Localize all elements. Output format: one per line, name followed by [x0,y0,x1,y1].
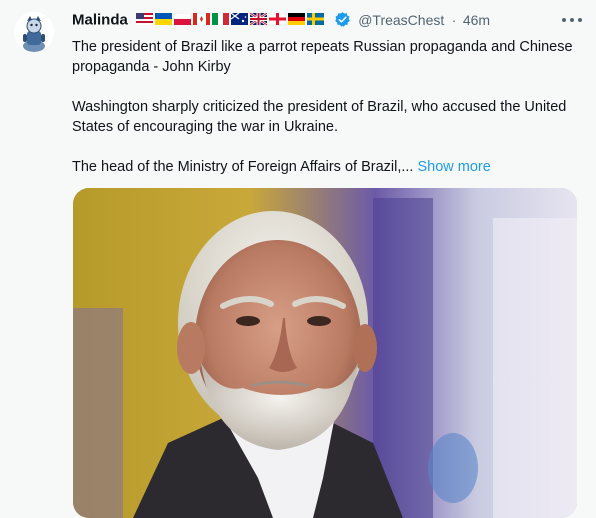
verified-badge-icon [334,11,351,28]
flag-emoji-row [136,12,326,27]
tweet-paragraph-1: The president of Brazil like a parrot re… [72,39,573,75]
italy-flag-icon [212,13,230,26]
display-name[interactable]: Malinda [72,11,128,28]
photo-portrait-image [73,188,577,518]
separator-dot: · [451,11,457,28]
show-more-link[interactable]: Show more [417,159,490,175]
tweet-header: Malinda @TreasChest · 46m [72,11,596,33]
ukraine-flag-icon [155,13,173,26]
tweet-paragraph-3-text: The head of the Ministry of Foreign Affa… [72,159,414,175]
user-handle[interactable]: @TreasChest [358,12,444,28]
tweet-paragraph-3: The head of the Ministry of Foreign Affa… [72,157,577,177]
ellipsis-icon[interactable] [560,14,584,28]
canada-flag-icon [193,13,211,26]
poland-flag-icon [174,13,192,26]
australia-flag-icon [230,12,249,26]
tweet-text: The president of Brazil like a parrot re… [72,37,577,197]
germany-flag-icon [288,13,306,26]
us-flag-icon [136,13,154,26]
georgia-flag-icon [269,13,287,26]
uk-flag-icon [249,12,268,27]
tweet-media-photo[interactable] [73,188,577,518]
avatar[interactable] [14,12,54,52]
tweet-paragraph-2: Washington sharply criticized the presid… [72,99,567,135]
sweden-flag-icon [307,13,325,26]
timestamp[interactable]: 46m [463,12,490,28]
avatar-image [14,12,54,52]
